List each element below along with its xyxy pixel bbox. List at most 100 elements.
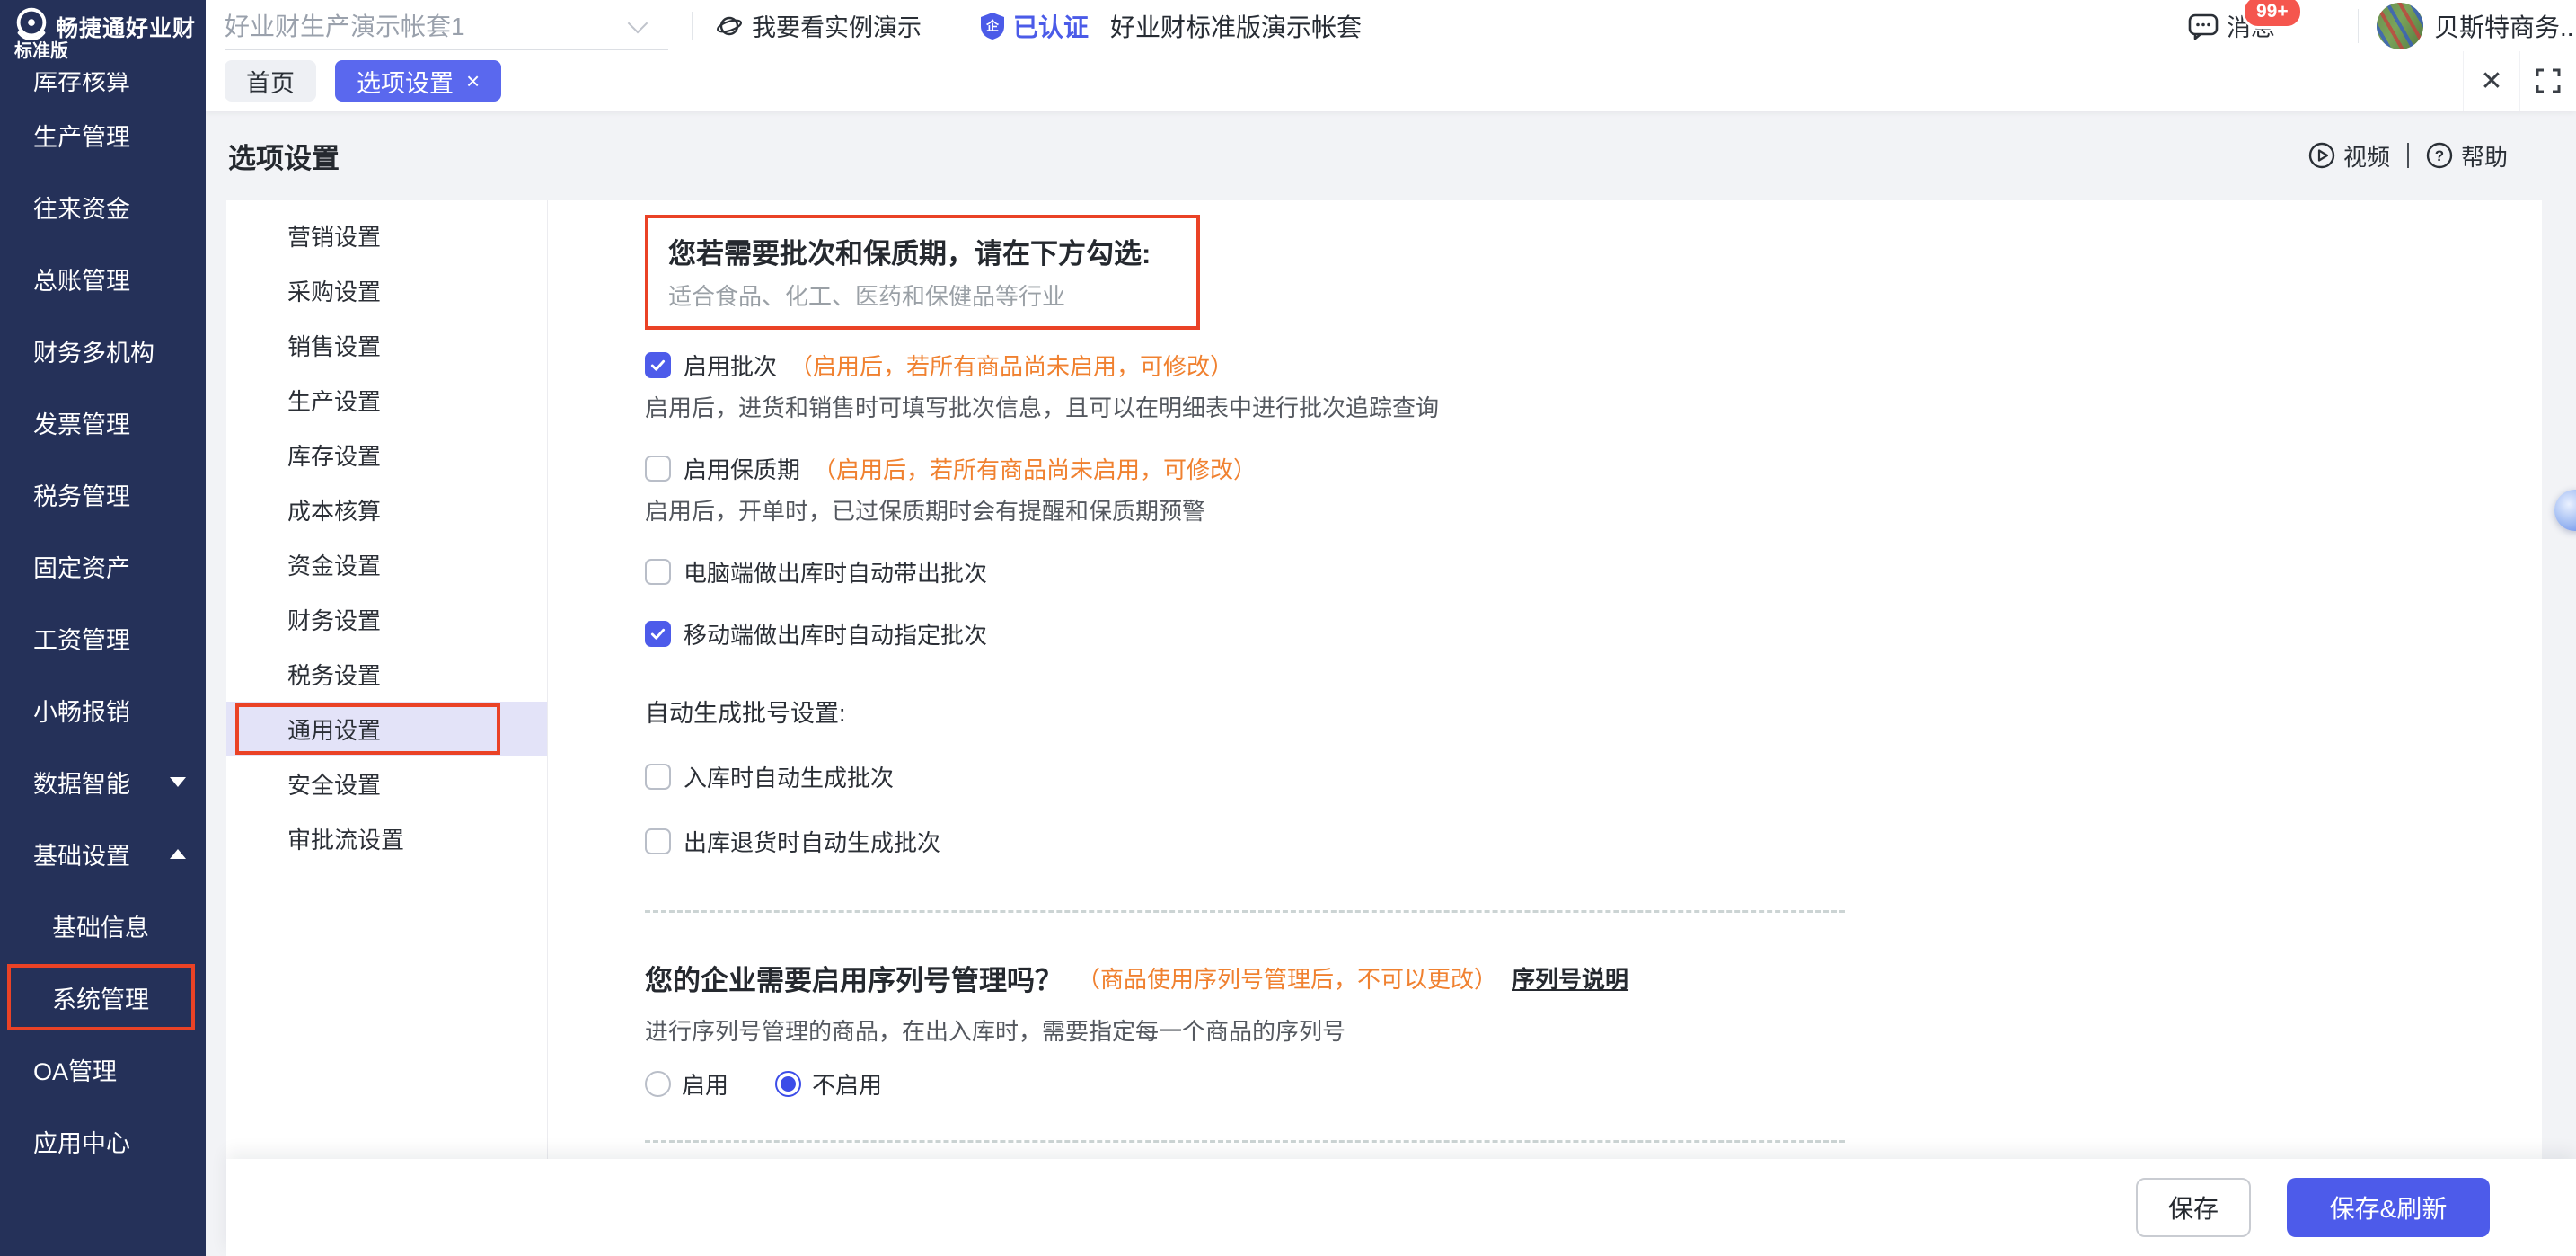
account-set-selector[interactable]: 好业财生产演示帐套1 [225, 2, 668, 50]
settings-nav-label: 资金设置 [287, 548, 381, 581]
settings-nav-label: 通用设置 [287, 712, 381, 746]
settings-nav-item-inventory[interactable]: 库存设置 [226, 428, 547, 482]
sidebar-item-label: 基础信息 [52, 908, 149, 943]
section-divider [645, 1140, 1845, 1143]
fullscreen-icon [2536, 68, 2561, 93]
checkbox-checked-icon[interactable] [645, 352, 671, 378]
radio-unselected-icon[interactable] [645, 1071, 671, 1097]
batch-section-header-annotated: 您若需要批次和保质期，请在下方勾选: 适合食品、化工、医药和保健品等行业 [645, 215, 1200, 330]
chevron-up-icon [170, 849, 186, 859]
sidebar-item-data-intelligence[interactable]: 数据智能 [0, 746, 206, 818]
sidebar-item-payroll-mgmt[interactable]: 工资管理 [0, 602, 206, 674]
settings-nav-label: 库存设置 [287, 438, 381, 472]
settings-form: 您若需要批次和保质期，请在下方勾选: 适合食品、化工、医药和保健品等行业 启用批… [548, 200, 2542, 1256]
sidebar-item-system-mgmt[interactable]: 系统管理 [0, 961, 206, 1033]
section-divider [645, 910, 1845, 913]
close-page-button[interactable]: ✕ [2464, 51, 2519, 111]
sidebar-item-tax-mgmt[interactable]: 税务管理 [0, 458, 206, 530]
radio-selected-icon[interactable] [775, 1071, 801, 1097]
settings-nav-item-security[interactable]: 安全设置 [226, 756, 547, 811]
globe-icon [716, 13, 743, 40]
user-name-label[interactable]: 贝斯特商务... [2434, 8, 2576, 44]
serial-help-link[interactable]: 序列号说明 [1512, 961, 1628, 995]
checkbox-unchecked-icon[interactable] [645, 456, 671, 482]
settings-nav-label: 销售设置 [287, 329, 381, 362]
batch-checkbox-row-3: 移动端做出库时自动指定批次 [645, 617, 2542, 650]
shield-certified-icon: 企 [979, 12, 1006, 40]
settings-nav-item-sales[interactable]: 销售设置 [226, 318, 547, 373]
sidebar-item-fixed-assets[interactable]: 固定资产 [0, 530, 206, 602]
serial-radio-0[interactable]: 启用 [645, 1067, 728, 1101]
settings-nav-label: 生产设置 [287, 384, 381, 417]
checkbox-label: 启用保质期 [684, 452, 800, 485]
settings-nav-item-approval-flow[interactable]: 审批流设置 [226, 811, 547, 866]
sidebar-item-basic-settings[interactable]: 基础设置 [0, 818, 206, 889]
sidebar-item-general-ledger[interactable]: 总账管理 [0, 243, 206, 314]
settings-nav-item-funds[interactable]: 资金设置 [226, 537, 547, 592]
serial-section-title: 您的企业需要启用序列号管理吗？ [645, 958, 1063, 998]
tab-option-settings[interactable]: 选项设置 × [335, 60, 501, 102]
page-header-actions: 视频 ? 帮助 [2308, 139, 2508, 172]
user-avatar[interactable] [2377, 3, 2423, 49]
fullscreen-button[interactable] [2520, 51, 2576, 111]
settings-nav-item-finance[interactable]: 财务设置 [226, 592, 547, 647]
demo-example-link[interactable]: 我要看实例演示 [716, 8, 922, 43]
sidebar-item-app-center[interactable]: 应用中心 [0, 1105, 206, 1177]
tab-close-icon[interactable]: × [466, 69, 480, 93]
sidebar-item-label: 系统管理 [52, 980, 149, 1015]
sidebar-item-xiaochang-expense[interactable]: 小畅报销 [0, 674, 206, 746]
save-refresh-button[interactable]: 保存&刷新 [2287, 1178, 2490, 1237]
checkbox-unchecked-icon[interactable] [645, 828, 671, 854]
settings-nav-label: 采购设置 [287, 274, 381, 307]
sidebar-header: 畅捷通好业财 标准版 [0, 0, 206, 59]
checkbox-label: 启用批次 [684, 349, 777, 382]
sidebar-item-oa-mgmt[interactable]: OA管理 [0, 1033, 206, 1105]
checkbox-checked-icon[interactable] [645, 621, 671, 647]
checkbox-unchecked-icon[interactable] [645, 764, 671, 790]
account-set-label: 好业财生产演示帐套1 [225, 7, 465, 43]
topbar-divider [2358, 9, 2359, 43]
floating-assistant-icon[interactable] [2554, 490, 2576, 531]
help-link[interactable]: ? 帮助 [2426, 139, 2508, 172]
sidebar-item-finance-multi-org[interactable]: 财务多机构 [0, 314, 206, 386]
tab-bar: 首页 选项设置 × ✕ [206, 51, 2576, 111]
sidebar-item-inventory-accounting[interactable]: 库存核算 [0, 59, 206, 99]
batch-checkbox-list: 启用批次（启用后，若所有商品尚未启用，可修改）启用后，进货和销售时可填写批次信息… [645, 349, 2542, 650]
messages-button[interactable]: 消息 99+ [2188, 8, 2275, 43]
help-label: 帮助 [2461, 139, 2508, 172]
tab-home-label: 首页 [246, 64, 295, 99]
chevron-down-icon [628, 13, 648, 33]
auto-batch-checkbox-row-1: 出库退货时自动生成批次 [645, 825, 2542, 858]
settings-nav-item-general[interactable]: 通用设置 [226, 702, 547, 756]
tab-home[interactable]: 首页 [225, 60, 316, 102]
radio-label: 不启用 [812, 1067, 882, 1101]
sidebar-item-label: 生产管理 [33, 118, 130, 153]
sidebar-item-production-mgmt[interactable]: 生产管理 [0, 99, 206, 171]
page-title: 选项设置 [228, 136, 340, 176]
settings-nav-item-tax[interactable]: 税务设置 [226, 647, 547, 702]
auto-batch-checkbox-list: 入库时自动生成批次出库退货时自动生成批次 [645, 760, 2542, 858]
checkbox-unchecked-icon[interactable] [645, 559, 671, 585]
settings-nav-item-cost-accounting[interactable]: 成本核算 [226, 482, 547, 537]
sidebar-item-label: 往来资金 [33, 190, 130, 225]
tabbar-actions: ✕ [2463, 51, 2576, 111]
batch-section-subtitle: 适合食品、化工、医药和保健品等行业 [668, 279, 1177, 312]
settings-nav-item-purchase[interactable]: 采购设置 [226, 263, 547, 318]
radio-label: 启用 [682, 1067, 728, 1101]
sidebar-menu: 库存核算生产管理往来资金总账管理财务多机构发票管理税务管理固定资产工资管理小畅报… [0, 59, 206, 1256]
sidebar-item-invoice-mgmt[interactable]: 发票管理 [0, 386, 206, 458]
sidebar-item-basic-info[interactable]: 基础信息 [0, 889, 206, 961]
sidebar-item-current-funds[interactable]: 往来资金 [0, 171, 206, 243]
checkbox-label: 入库时自动生成批次 [684, 760, 894, 793]
save-button[interactable]: 保存 [2136, 1178, 2251, 1237]
certified-badge[interactable]: 企 已认证 [979, 8, 1089, 44]
message-bubble-icon [2188, 13, 2219, 40]
serial-radio-1[interactable]: 不启用 [775, 1067, 882, 1101]
video-link[interactable]: 视频 [2308, 139, 2390, 172]
settings-nav-item-marketing[interactable]: 营销设置 [226, 208, 547, 263]
sidebar-item-label: 数据智能 [33, 765, 130, 800]
settings-nav-item-production[interactable]: 生产设置 [226, 373, 547, 428]
demo-example-label: 我要看实例演示 [752, 8, 922, 43]
main-sidebar: 畅捷通好业财 标准版 库存核算生产管理往来资金总账管理财务多机构发票管理税务管理… [0, 0, 206, 1256]
video-label: 视频 [2343, 139, 2390, 172]
